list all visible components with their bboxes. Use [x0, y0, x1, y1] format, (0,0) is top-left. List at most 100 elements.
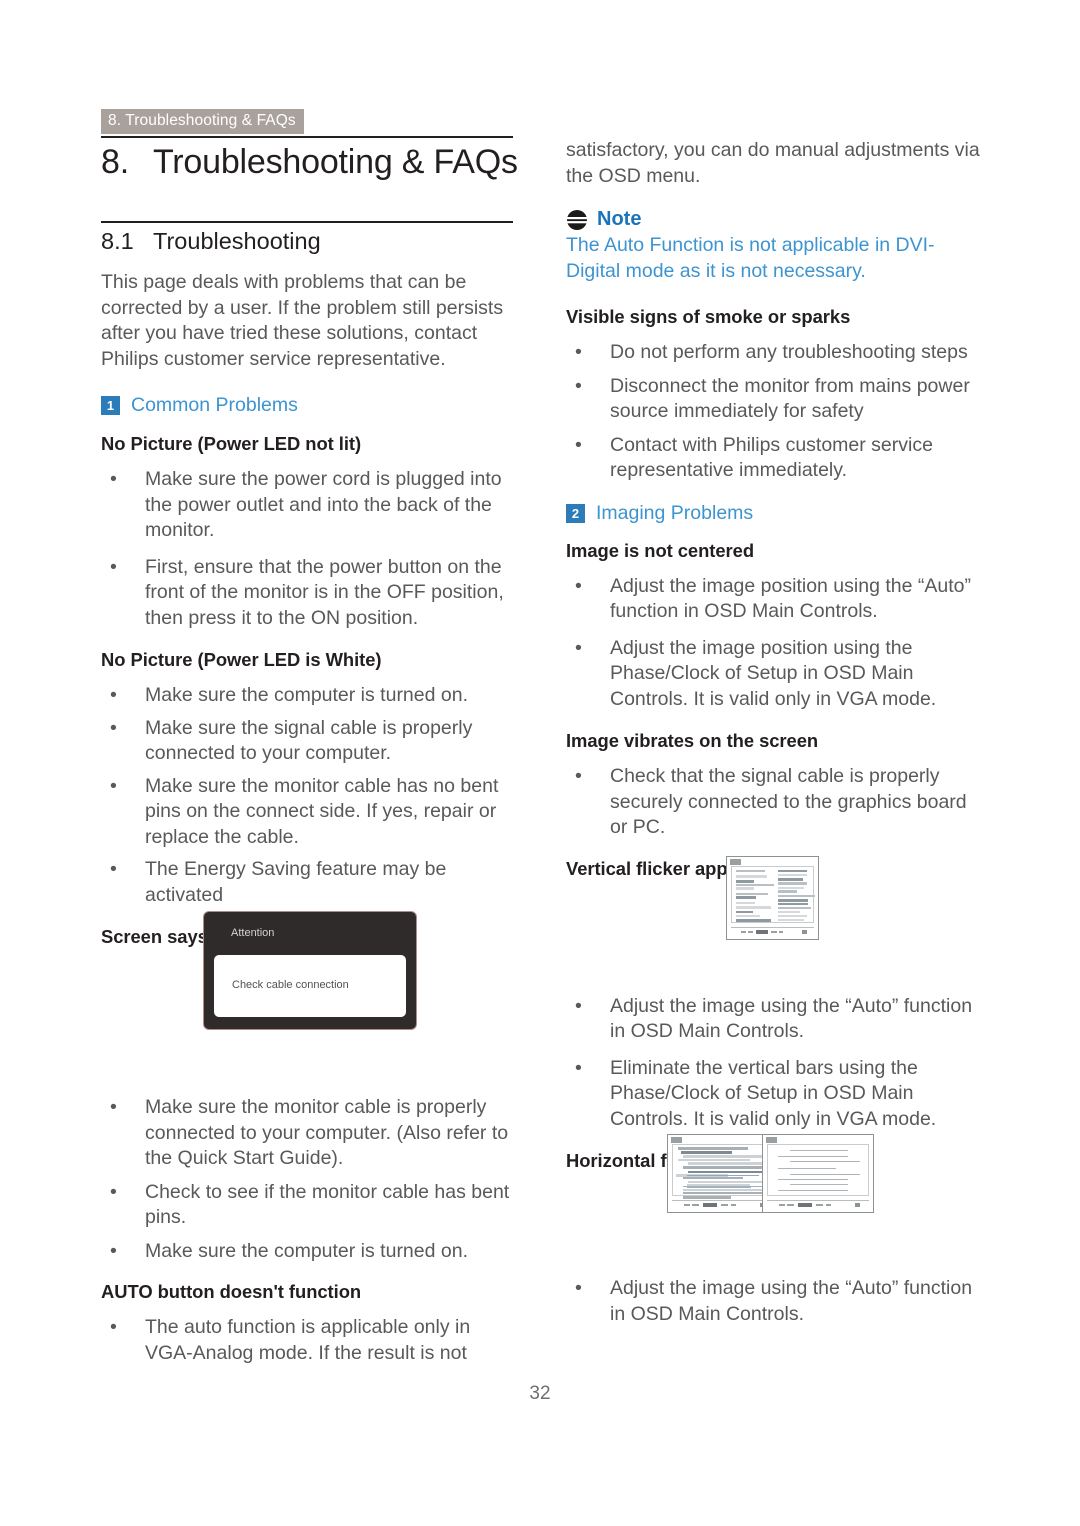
bullet-dot: • — [575, 765, 582, 787]
chapter-number: 8. — [101, 143, 129, 181]
list-item-text: Adjust the image using the “Auto” functi… — [610, 994, 973, 1043]
list-item: • First, ensure that the power button on … — [101, 555, 519, 632]
list-smoke-sparks: • Do not perform any troubleshooting step… — [566, 340, 984, 484]
bullet-dot: • — [575, 994, 582, 1017]
subheading-no-picture-led-white: No Picture (Power LED is White) — [101, 649, 382, 670]
heading-common-problems: 1 Common Problems — [101, 394, 519, 417]
window-titlebar-icon — [766, 1137, 777, 1143]
list-item: • Adjust the image using the “Auto” funct… — [566, 994, 984, 1045]
note-icon — [567, 209, 587, 230]
figure-content-area — [767, 1144, 869, 1196]
list-screen-says: • Make sure the monitor cable is properly… — [101, 1095, 519, 1264]
list-image-not-centered: • Adjust the image position using the “Au… — [566, 574, 984, 713]
window-titlebar-icon — [730, 859, 741, 865]
list-item-text: Make sure the signal cable is properly c… — [145, 716, 473, 765]
list-item: • Adjust the image position using the Pha… — [566, 636, 984, 713]
list-image-vibrates: • Check that the signal cable is properly… — [566, 764, 984, 841]
intro-paragraph: This page deals with problems that can b… — [101, 271, 504, 370]
bullet-dot: • — [110, 1239, 117, 1262]
heading-imaging-problems: 2 Imaging Problems — [566, 502, 984, 525]
list-item: • Do not perform any troubleshooting step… — [566, 340, 984, 366]
window-taskbar — [731, 927, 814, 936]
rule-above-chapter-title — [101, 136, 513, 138]
window-taskbar — [672, 1200, 774, 1209]
left-column: This page deals with problems that can b… — [101, 270, 519, 1366]
subheading-no-picture-led-not-lit: No Picture (Power LED not lit) — [101, 433, 362, 454]
bullet-dot: • — [575, 1277, 582, 1299]
list-item-text: Contact with Philips customer service re… — [610, 433, 933, 482]
vertical-flicker-illustration — [726, 856, 819, 940]
list-no-picture-led-not-lit: • Make sure the power cord is plugged int… — [101, 467, 519, 631]
list-item: • The auto function is applicable only in… — [101, 1315, 519, 1366]
chapter-title-text: Troubleshooting & FAQs — [153, 143, 518, 181]
figure-content-area — [731, 866, 815, 923]
list-item: • Disconnect the monitor from mains power… — [566, 374, 984, 425]
badge-number-1: 1 — [101, 396, 120, 415]
osd-message: Check cable connection — [232, 979, 349, 991]
list-item-text: Adjust the image position using the Phas… — [610, 636, 937, 710]
note-body: The Auto Function is not applicable in D… — [566, 234, 935, 282]
list-item: • Adjust the image using the “Auto” funct… — [566, 1276, 984, 1327]
bullet-dot: • — [110, 858, 117, 880]
list-item-text: Check that the signal cable is properly … — [610, 765, 967, 838]
osd-attention-figure: Attention Check cable connection — [204, 912, 416, 1029]
list-item-text: Check to see if the monitor cable has be… — [145, 1180, 510, 1229]
rule-above-section-title — [101, 221, 513, 223]
bullet-dot: • — [575, 341, 582, 363]
list-item: • Contact with Philips customer service r… — [566, 433, 984, 484]
list-item: • Check that the signal cable is properly… — [566, 764, 984, 841]
subheading-image-not-centered: Image is not centered — [566, 539, 755, 561]
list-item-text: Make sure the monitor cable has no bent … — [145, 774, 499, 848]
window-titlebar-icon — [671, 1137, 682, 1143]
page-title: 8. Troubleshooting & FAQs — [101, 143, 521, 182]
list-item: • Eliminate the vertical bars using the P… — [566, 1056, 984, 1133]
list-item-text: Make sure the monitor cable is properly … — [145, 1096, 509, 1169]
list-item-text: Make sure the computer is turned on. — [145, 684, 468, 706]
bullet-dot: • — [575, 636, 582, 659]
window-taskbar — [767, 1200, 869, 1209]
subheading-auto-button: AUTO button doesn't function — [101, 1281, 362, 1302]
list-item: • Make sure the computer is turned on. — [101, 1239, 519, 1265]
figure-content-area — [672, 1144, 783, 1199]
horizontal-flicker-corrected-illustration — [762, 1134, 874, 1213]
common-problems-label: Common Problems — [131, 394, 298, 416]
list-item: • The Energy Saving feature may be activa… — [101, 857, 519, 908]
bullet-dot: • — [110, 1316, 117, 1338]
list-item-text: Adjust the image using the “Auto” functi… — [610, 1277, 973, 1325]
bullet-dot: • — [110, 716, 117, 739]
subheading-image-vibrates: Image vibrates on the screen — [566, 730, 819, 751]
subheading-smoke-sparks: Visible signs of smoke or sparks — [566, 306, 851, 327]
list-item-text: The auto function is applicable only in … — [145, 1316, 471, 1364]
note-title: Note — [597, 208, 642, 230]
list-item-text: Disconnect the monitor from mains power … — [610, 374, 970, 423]
section-title-text: Troubleshooting — [153, 228, 321, 254]
note-heading: Note — [566, 208, 984, 231]
list-item-text: Make sure the computer is turned on. — [145, 1239, 468, 1262]
continuation-paragraph: satisfactory, you can do manual adjustme… — [566, 139, 980, 187]
bullet-dot: • — [110, 774, 117, 797]
osd-message-panel: Check cable connection — [214, 955, 406, 1017]
list-item: • Make sure the power cord is plugged int… — [101, 467, 519, 544]
osd-title: Attention — [231, 927, 275, 939]
section-title: 8.1 Troubleshooting — [101, 228, 521, 255]
list-vertical-flicker: • Adjust the image using the “Auto” funct… — [566, 994, 984, 1133]
list-item: • Adjust the image position using the “Au… — [566, 574, 984, 625]
list-item-text: Eliminate the vertical bars using the Ph… — [610, 1056, 937, 1130]
list-item-text: Make sure the power cord is plugged into… — [145, 468, 502, 541]
list-horizontal-flicker: • Adjust the image using the “Auto” funct… — [566, 1276, 984, 1327]
list-item-text: First, ensure that the power button on t… — [145, 555, 504, 629]
page-number: 32 — [529, 1383, 551, 1404]
bullet-dot: • — [575, 374, 582, 397]
bullet-dot: • — [110, 468, 117, 490]
list-item-text: Adjust the image position using the “Aut… — [610, 574, 971, 623]
bullet-dot: • — [575, 433, 582, 456]
bullet-dot: • — [110, 1180, 117, 1203]
bullet-dot: • — [110, 1096, 117, 1118]
list-item: • Make sure the computer is turned on. — [101, 683, 519, 709]
list-item: • Make sure the monitor cable is properly… — [101, 1095, 519, 1172]
badge-number-2: 2 — [566, 503, 585, 523]
bullet-dot: • — [575, 1056, 582, 1079]
list-item: • Make sure the signal cable is properly … — [101, 716, 519, 767]
list-auto-button: • The auto function is applicable only in… — [101, 1315, 519, 1366]
bullet-dot: • — [110, 555, 117, 578]
